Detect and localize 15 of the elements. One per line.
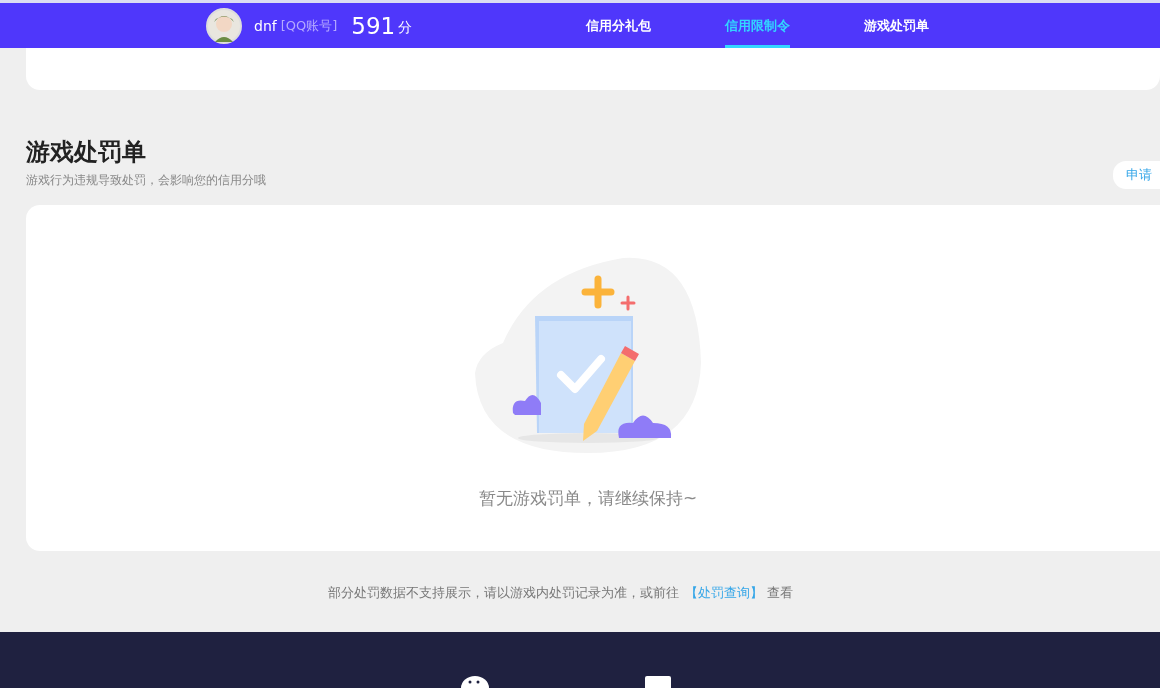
nav-tab[interactable]: 游戏处罚单 xyxy=(864,3,929,48)
note-text: 部分处罚数据不支持展示，请以游戏内处罚记录为准，或前往 xyxy=(327,585,679,600)
app-icon[interactable] xyxy=(645,674,671,688)
username: dnf xyxy=(254,17,277,34)
section-title: 游戏处罚单 xyxy=(26,137,147,168)
nav-tab[interactable]: 信用分礼包 xyxy=(586,3,651,48)
avatar-icon[interactable] xyxy=(206,7,242,44)
score-unit: 分 xyxy=(398,19,413,37)
credit-score: 591 xyxy=(351,12,396,39)
empty-message: 暂无游戏罚单，请继续保持~ xyxy=(478,487,698,510)
account-type: [QQ账号] xyxy=(280,16,338,35)
section-subtitle: 游戏行为违规导致处罚，会影响您的信用分哦 xyxy=(26,172,266,189)
note-suffix: 查看 xyxy=(766,585,793,600)
penalty-query-link[interactable]: 【处罚查询】 xyxy=(684,585,763,600)
apply-button[interactable]: 申请 xyxy=(1113,161,1160,189)
